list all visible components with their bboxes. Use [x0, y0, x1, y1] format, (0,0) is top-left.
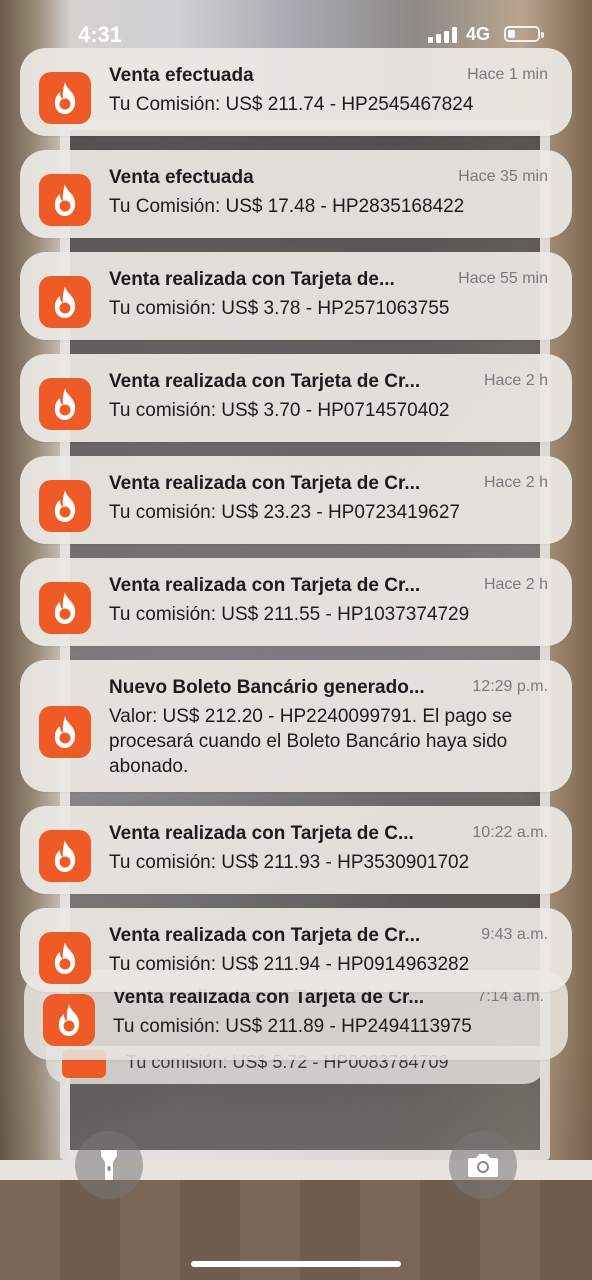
notification-body: Valor: US$ 212.20 - HP2240099791. El pag… — [109, 706, 513, 777]
app-icon — [39, 582, 91, 634]
notification-time: 10:22 a.m. — [472, 824, 548, 841]
app-icon — [43, 994, 95, 1046]
notification-body: Tu comisión: US$ 3.78 - HP2571063755 — [109, 298, 450, 319]
notification-title: Venta efectuada — [109, 65, 254, 86]
notification-body: Tu comisión: US$ 211.89 - HP2494113975 — [113, 1016, 472, 1037]
battery-icon — [504, 26, 544, 42]
notification-card[interactable]: Venta realizada con Tarjeta de C... 10:22… — [20, 806, 572, 894]
flame-icon — [49, 838, 81, 874]
notification-time: 9:43 a.m. — [481, 926, 548, 943]
flame-icon — [49, 182, 81, 218]
notification-title: Venta realizada con Tarjeta de Cr... — [109, 925, 421, 946]
app-icon — [39, 174, 91, 226]
notification-card[interactable]: Venta realizada con Tarjeta de Cr... Hace… — [20, 558, 572, 646]
notification-time: Hace 2 h — [483, 576, 548, 593]
notification-card[interactable]: Venta realizada con Tarjeta de Cr... 9:43… — [20, 908, 572, 992]
flashlight-button[interactable] — [75, 1131, 143, 1199]
notification-title: Venta realizada con Tarjeta de Cr... — [109, 575, 421, 596]
notification-title: Venta realizada con Tarjeta de... — [109, 269, 395, 290]
notification-body: Tu comisión: US$ 211.93 - HP3530901702 — [109, 852, 470, 873]
notification-title: Venta realizada con Tarjeta de Cr... — [109, 371, 421, 392]
notification-time: Hace 55 min — [458, 270, 548, 287]
notification-title: Venta efectuada — [109, 167, 254, 188]
notification-body: Tu comisión: US$ 211.94 - HP0914963282 — [109, 954, 470, 975]
notification-time: Hace 1 min — [467, 66, 548, 83]
flame-icon — [49, 940, 81, 976]
app-icon — [39, 830, 91, 882]
notification-card[interactable]: Venta realizada con Tarjeta de... Hace 55… — [20, 252, 572, 340]
flame-icon — [49, 714, 81, 750]
notification-time: Hace 2 h — [483, 474, 548, 491]
notification-time: Hace 35 min — [458, 168, 548, 185]
clock: 4:31 — [78, 22, 123, 47]
notification-card[interactable]: Venta realizada con Tarjeta de Cr... Hace… — [20, 456, 572, 544]
app-icon — [39, 480, 91, 532]
notification-time: 12:29 p.m. — [472, 678, 548, 695]
notification-body: Tu comisión: US$ 23.23 - HP0723419627 — [109, 502, 461, 523]
camera-icon — [468, 1154, 498, 1177]
flame-icon — [53, 1002, 85, 1038]
home-indicator[interactable] — [191, 1261, 401, 1267]
camera-button[interactable] — [449, 1131, 517, 1199]
flame-icon — [49, 590, 81, 626]
flashlight-icon — [101, 1150, 117, 1180]
notification-time: Hace 2 h — [483, 372, 548, 389]
notification-body: Tu Comisión: US$ 211.74 - HP2545467824 — [109, 94, 474, 115]
notification-card[interactable]: Nuevo Boleto Bancário generado... 12:29 p… — [20, 660, 572, 792]
notification-card[interactable]: Venta efectuada Hace 1 min Tu Comisión: US… — [20, 48, 572, 136]
flame-icon — [49, 80, 81, 116]
notification-title: Venta realizada con Tarjeta de Cr... — [109, 473, 421, 494]
notification-body: Tu comisión: US$ 3.70 - HP0714570402 — [109, 400, 450, 421]
notification-title: Venta realizada con Tarjeta de C... — [109, 823, 414, 844]
notification-card[interactable]: Venta efectuada Hace 35 min Tu Comisión: U… — [20, 150, 572, 238]
notification-body: Tu comisión: US$ 211.55 - HP1037374729 — [109, 604, 470, 625]
app-icon — [39, 276, 91, 328]
app-icon — [39, 72, 91, 124]
notification-body: Tu Comisión: US$ 17.48 - HP2835168422 — [109, 196, 465, 217]
flame-icon — [49, 488, 81, 524]
signal-icon — [428, 27, 460, 43]
flame-icon — [49, 284, 81, 320]
notification-title: Nuevo Boleto Bancário generado... — [109, 677, 425, 698]
flame-icon — [49, 386, 81, 422]
app-icon — [39, 378, 91, 430]
app-icon — [39, 706, 91, 758]
notification-card[interactable]: Venta realizada con Tarjeta de Cr... Hace… — [20, 354, 572, 442]
network-type: 4G — [466, 24, 491, 44]
app-icon — [39, 932, 91, 984]
